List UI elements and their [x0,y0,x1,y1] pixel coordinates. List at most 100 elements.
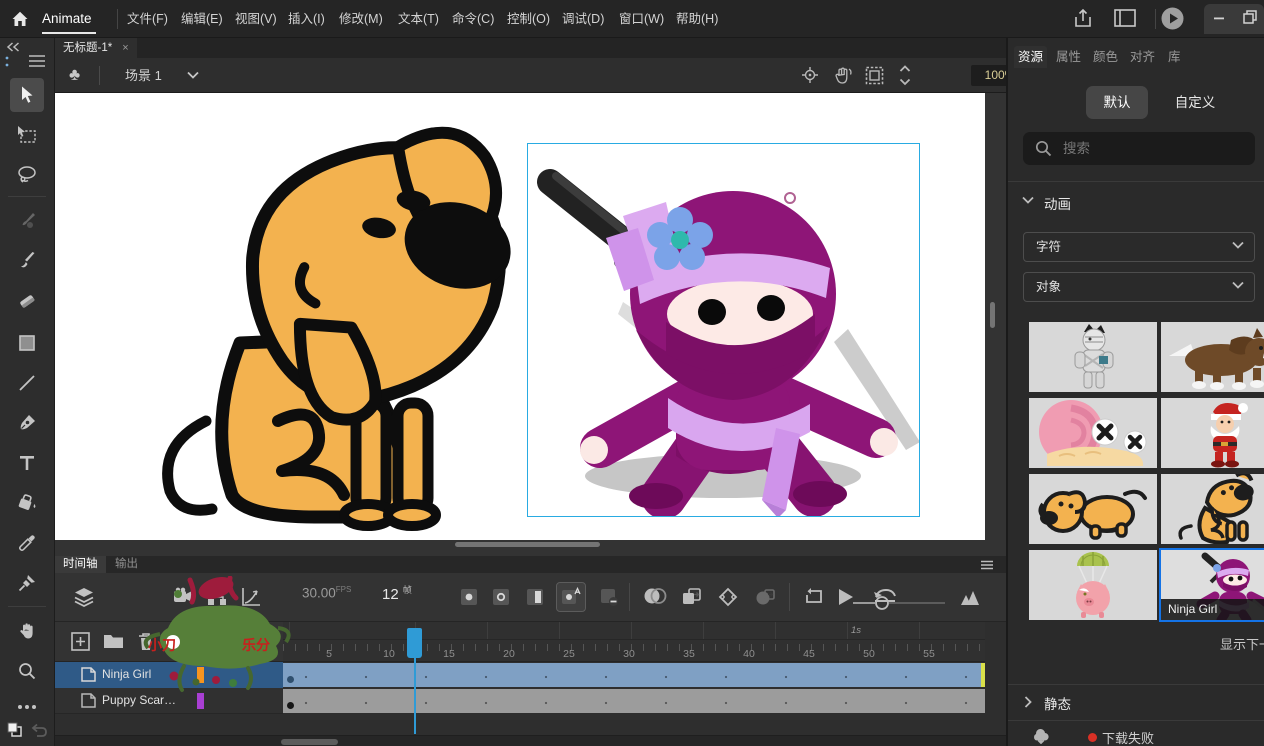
tool-pen[interactable] [10,406,44,440]
asset-thumbnail-santa[interactable] [1161,398,1264,468]
keyframe-dot[interactable] [287,676,294,683]
search-input[interactable] [1063,132,1243,165]
layers-view-icon[interactable] [73,587,95,607]
cloud-download-icon[interactable] [1030,726,1052,744]
scene-chevron-down-icon[interactable] [187,71,199,79]
zoom-stepper[interactable] [898,63,912,88]
edit-multiple-frames-icon[interactable] [681,587,703,607]
clip-content-icon[interactable] [865,66,884,85]
tab-output[interactable]: 输出 [107,556,146,573]
remove-frame-icon[interactable] [599,587,619,607]
tools-menu-icon[interactable] [28,54,46,68]
asset-thumbnail-pig-parachute[interactable] [1029,550,1157,620]
current-frame-display[interactable]: 12 帧 [382,583,412,603]
graph-editor-icon[interactable] [241,587,261,607]
onion-skin-icon[interactable] [643,587,667,605]
new-folder-button[interactable] [103,632,124,649]
menu-item-text[interactable]: 文本(T) [398,0,439,38]
animated-section-header[interactable]: 动画 [1044,193,1071,213]
auto-keyframe-toggle[interactable] [557,583,585,611]
menu-item-view[interactable]: 视图(V) [235,0,277,38]
asset-thumbnail-wolf[interactable] [1161,322,1264,392]
parenting-view-icon[interactable] [207,587,227,607]
tab-color[interactable]: 颜色 [1089,46,1122,68]
share-icon[interactable] [1072,7,1094,31]
menu-item-control[interactable]: 控制(O) [507,0,550,38]
tab-align[interactable]: 对齐 [1126,46,1159,68]
layer-name[interactable]: Puppy Scar… [102,693,176,707]
ninja-selection-rect[interactable] [527,143,920,517]
playhead[interactable] [407,628,422,658]
timeline-ruler[interactable]: 1s 5 10 15 20 25 30 35 40 45 50 55 [283,622,985,662]
asset-thumbnail-mummy[interactable] [1029,322,1157,392]
stage-canvas[interactable] [55,93,985,540]
layer-name[interactable]: Ninja Girl [102,667,151,681]
hide-others-icon[interactable] [215,632,237,652]
tween-span-ninja[interactable] [283,663,985,687]
tool-paint-bucket[interactable] [10,486,44,520]
tool-selection[interactable] [10,78,44,112]
home-icon[interactable] [10,9,30,29]
default-mode-button[interactable]: 默认 [1086,86,1148,119]
asset-thumbnail-snail[interactable] [1029,398,1157,468]
stage-horizontal-scrollbar[interactable] [455,542,600,547]
tool-hand[interactable] [10,614,44,648]
tool-eraser[interactable] [10,284,44,318]
tool-brush[interactable] [10,244,44,278]
asset-thumbnail-puppy-playing[interactable] [1029,474,1157,544]
keyframe-dot[interactable] [287,702,294,709]
tool-lasso[interactable] [10,158,44,192]
create-tween-icon[interactable] [717,587,739,607]
puppy-artwork[interactable] [140,103,530,533]
menu-item-modify[interactable]: 修改(M) [339,0,383,38]
layer-row-ninja-girl[interactable]: Ninja Girl [55,662,283,688]
menu-item-window[interactable]: 窗口(W) [619,0,664,38]
layer-color-swatch[interactable] [197,693,204,709]
timeline-zoom-slider[interactable] [853,596,945,610]
tab-timeline[interactable]: 时间轴 [55,556,106,573]
tool-free-transform[interactable] [10,118,44,152]
menu-item-debug[interactable]: 调试(D) [562,0,604,38]
close-tab-icon[interactable]: × [122,42,128,54]
tool-text[interactable] [10,446,44,480]
animated-section-chevron-icon[interactable] [1022,196,1034,204]
stage-vertical-scrollbar[interactable] [990,302,995,328]
center-stage-icon[interactable] [801,66,819,84]
tab-properties[interactable]: 属性 [1052,46,1085,68]
outline-all-layers-icon[interactable] [193,632,206,651]
quick-share-play-icon[interactable] [1160,6,1185,31]
menu-item-insert[interactable]: 插入(I) [288,0,325,38]
document-tab[interactable]: 无标题-1*× [55,38,137,58]
frame-rate-display[interactable]: 30.00FPS [302,585,351,601]
show-hide-all-layers-icon[interactable] [169,636,181,648]
show-next-link[interactable]: 显示下一个 [1220,634,1264,653]
layer-row-puppy[interactable]: Puppy Scar… [55,688,283,714]
timeline-scrollbar-thumb[interactable] [281,739,338,745]
workspace-icon[interactable] [1114,9,1136,27]
layer-color-swatch[interactable] [197,667,204,683]
restore-button[interactable] [1242,9,1258,25]
symbol-clover-icon[interactable]: ♣ [69,65,80,85]
tool-line[interactable] [10,366,44,400]
undo-icon[interactable] [30,723,48,739]
object-filter-dropdown[interactable]: 对象 [1023,272,1255,302]
scene-label[interactable]: 场景 1 [125,58,162,93]
timeline-panel-menu-icon[interactable] [980,560,994,570]
tool-eyedropper[interactable] [10,526,44,560]
insert-keyframe-icon[interactable] [459,587,479,607]
tools-more-options[interactable] [10,690,44,724]
lock-layers-icon[interactable] [241,632,257,651]
menu-item-help[interactable]: 帮助(H) [676,0,718,38]
minimize-button[interactable] [1212,11,1226,25]
collapse-panel-icon[interactable] [6,42,20,52]
static-section-chevron-icon[interactable] [1024,696,1032,708]
menu-item-edit[interactable]: 编辑(E) [181,0,223,38]
menu-item-command[interactable]: 命令(C) [452,0,494,38]
tool-rectangle[interactable] [10,326,44,360]
camera-icon[interactable] [173,587,195,605]
delete-layer-button[interactable] [137,632,155,651]
tool-zoom[interactable] [10,654,44,688]
asset-thumbnail-puppy-sitting[interactable] [1161,474,1264,544]
insert-blank-keyframe-icon[interactable] [491,587,511,607]
tool-fluid-brush[interactable] [10,204,44,238]
